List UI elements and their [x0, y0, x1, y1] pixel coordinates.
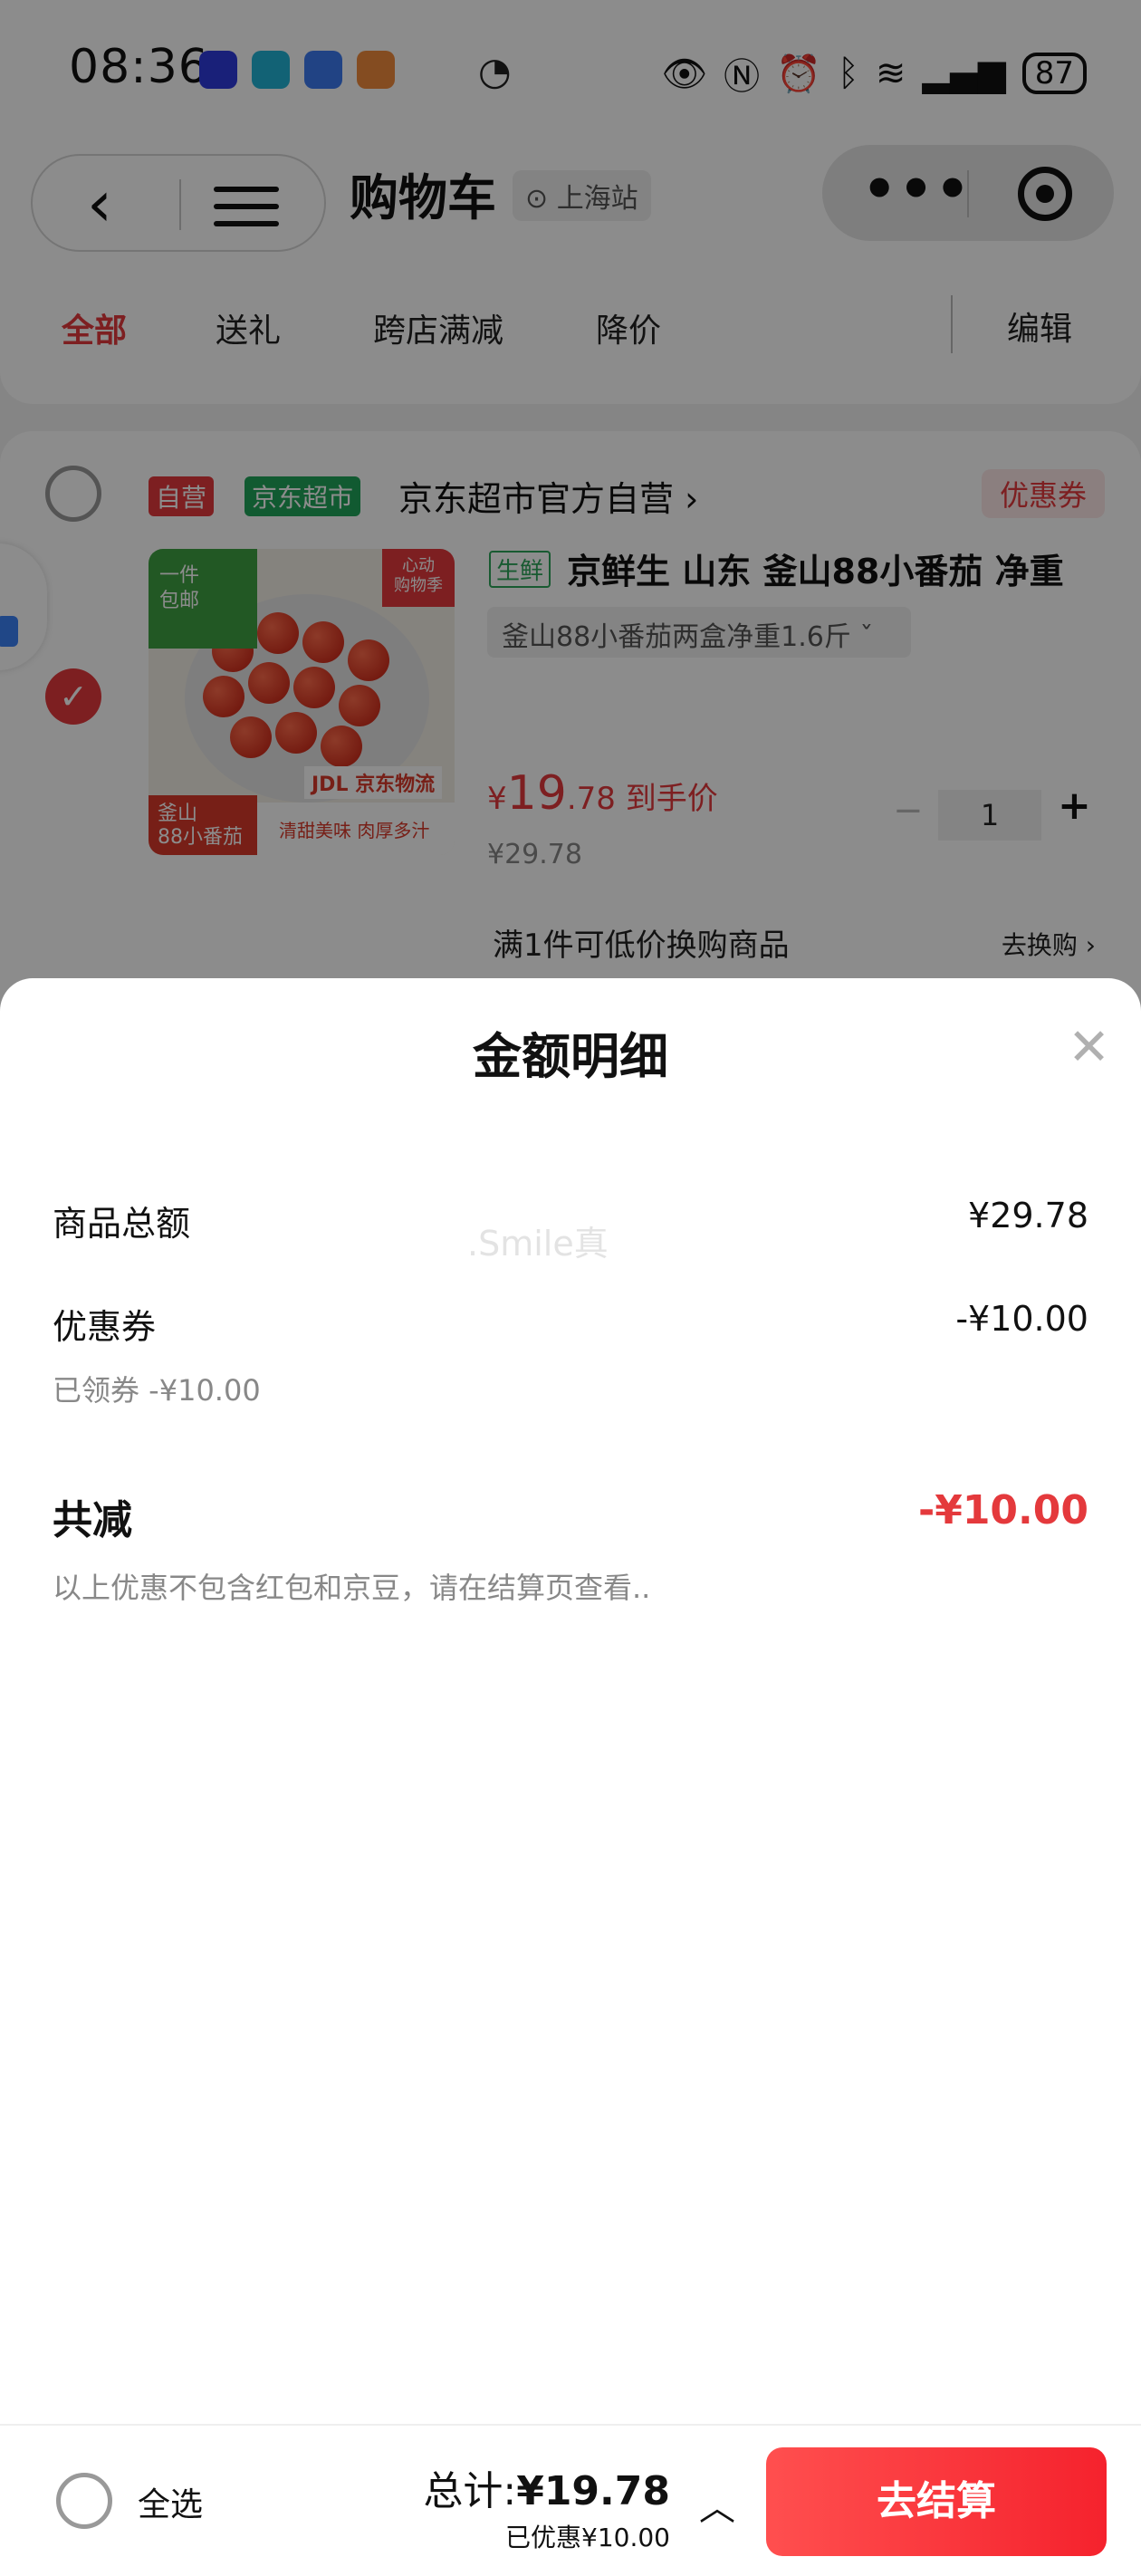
coupon-value: -¥10.00	[955, 1299, 1088, 1339]
watermark: .Smile真	[467, 1224, 609, 1264]
checkout-button[interactable]: 去结算	[766, 2447, 1107, 2556]
close-icon[interactable]: ✕	[1068, 1018, 1110, 1077]
select-all-radio[interactable]	[56, 2473, 112, 2529]
total-amount: ¥19.78	[516, 2468, 670, 2514]
total-line: 总计:¥19.78	[423, 2458, 670, 2516]
discount-summary: 已优惠¥10.00	[505, 2523, 670, 2552]
goods-total-value: ¥29.78	[968, 1196, 1088, 1235]
total-reduce-label: 共减	[53, 1497, 132, 1543]
checkout-bar: 全选 总计:¥19.78 已优惠¥10.00 ︿ 去结算	[0, 2424, 1141, 2576]
coupon-label: 优惠券	[53, 1307, 157, 1347]
chevron-up-icon[interactable]: ︿	[699, 2478, 735, 2531]
discount-note: 以上优惠不包含红包和京豆，请在结算页查看..	[53, 1571, 651, 1605]
total-reduce-value: -¥10.00	[917, 1487, 1088, 1533]
coupon-sub: 已领券 -¥10.00	[53, 1373, 261, 1408]
sheet-title: 金额明细	[473, 1028, 668, 1085]
goods-total-label: 商品总额	[53, 1204, 191, 1244]
select-all-label[interactable]: 全选	[138, 2478, 203, 2525]
total-label: 总计:	[423, 2468, 517, 2514]
amount-detail-sheet: 金额明细 ✕ .Smile真 商品总额 ¥29.78 优惠券 -¥10.00 已…	[0, 978, 1141, 2427]
